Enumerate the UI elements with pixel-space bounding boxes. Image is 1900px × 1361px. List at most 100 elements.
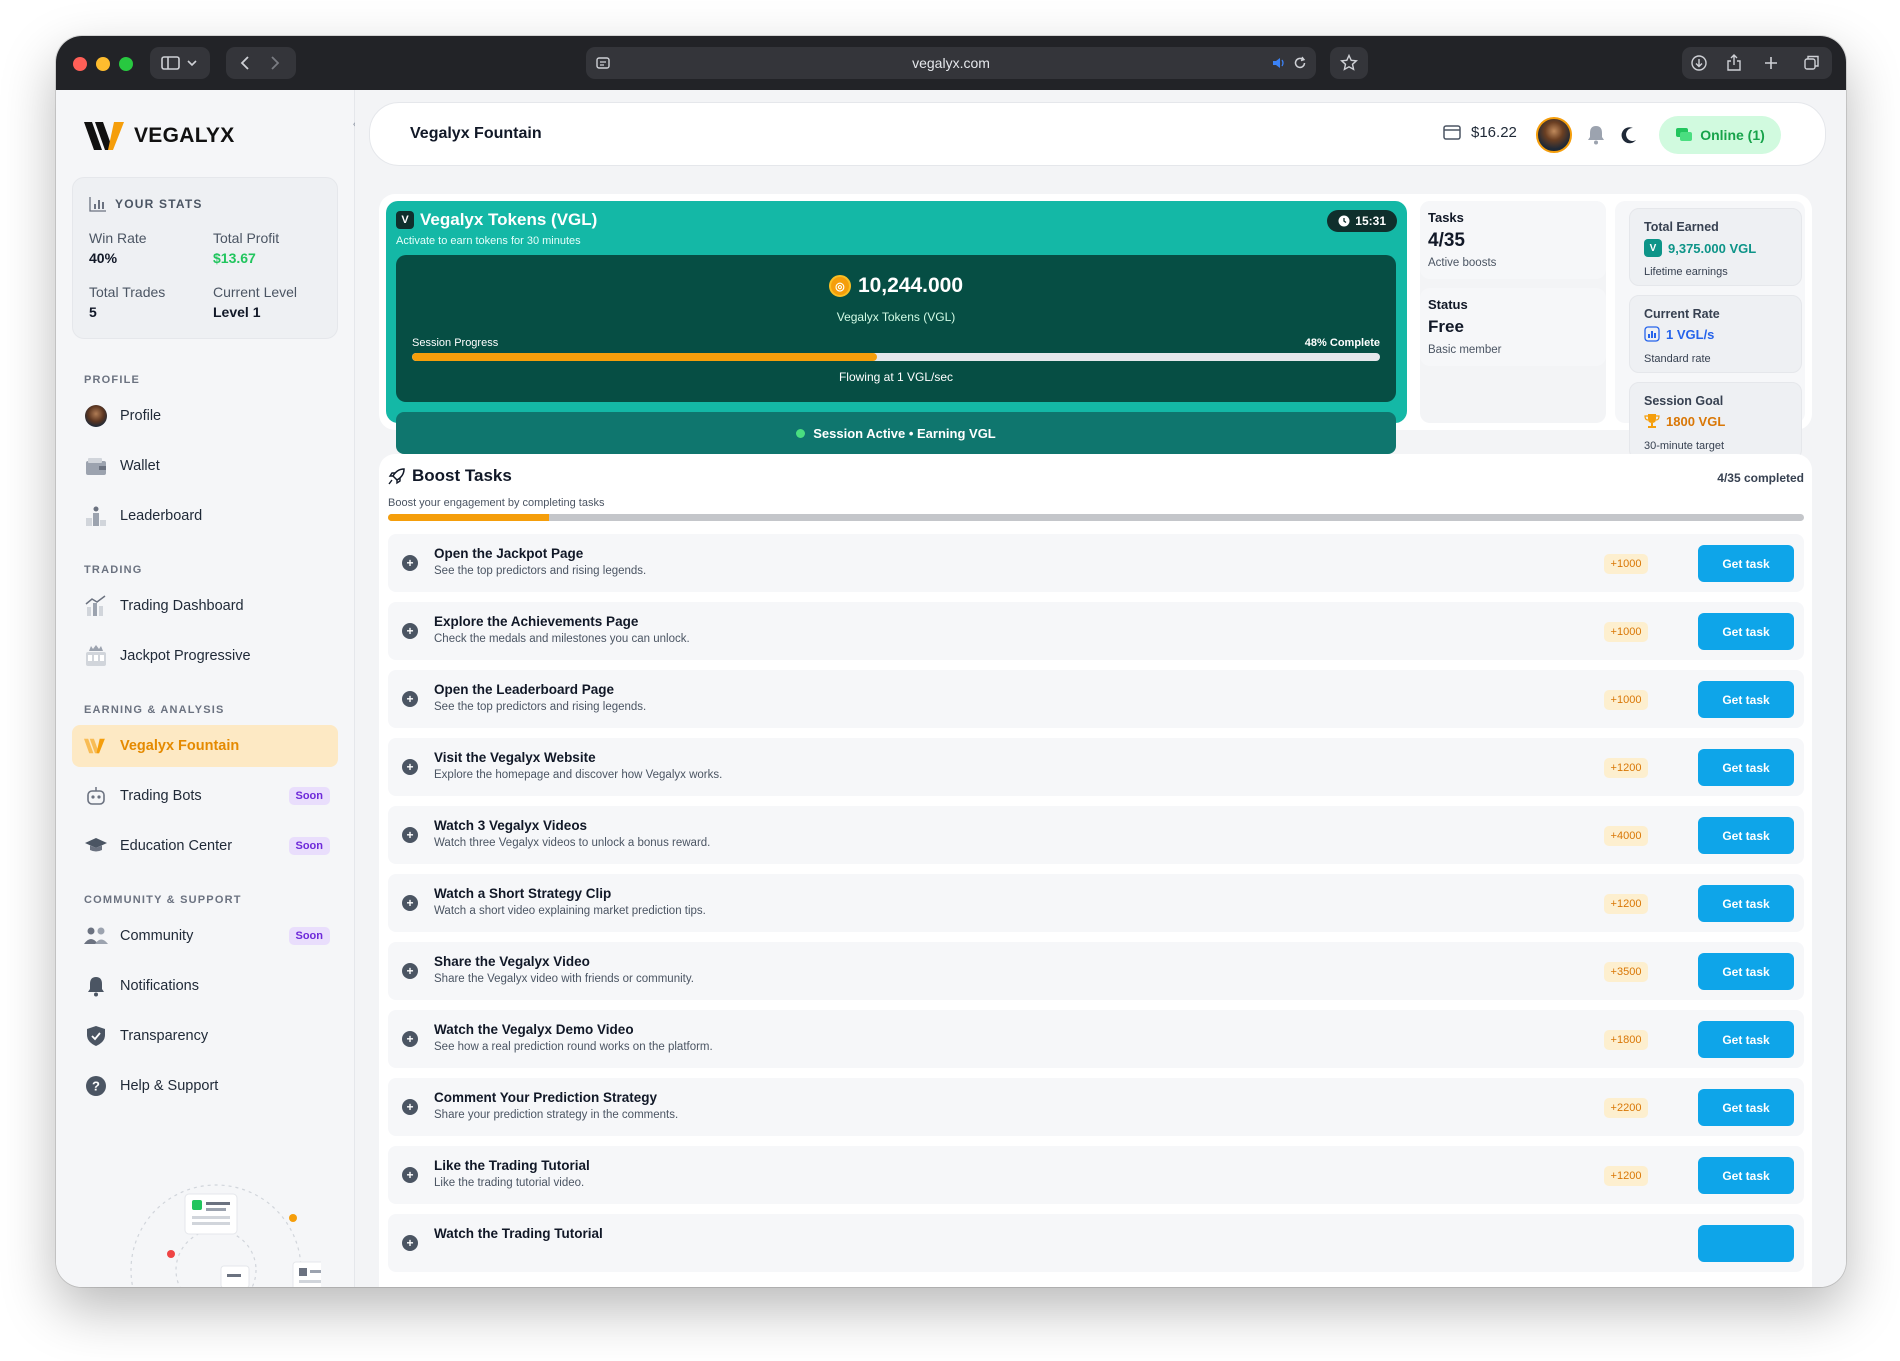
vegalyx-icon: [84, 734, 108, 758]
vegalyx-logo-icon: [84, 122, 124, 150]
sidebar-item-trading-bots[interactable]: Trading Bots Soon: [72, 775, 338, 817]
get-task-button[interactable]: Get task: [1698, 749, 1794, 786]
profile-avatar-icon: [84, 404, 108, 428]
vgl-token-card: V Vegalyx Tokens (VGL) Activate to earn …: [386, 201, 1407, 454]
page-settings-icon[interactable]: [596, 56, 610, 70]
task-title: Share the Vegalyx Video: [434, 954, 590, 969]
task-row: + Visit the Vegalyx Website Explore the ho…: [388, 738, 1804, 796]
task-title: Explore the Achievements Page: [434, 614, 639, 629]
task-description: Share your prediction strategy in the co…: [434, 1109, 679, 1121]
sidebar-item-leaderboard[interactable]: Leaderboard: [72, 495, 338, 537]
people-icon: [84, 924, 108, 948]
plus-circle-icon: +: [402, 759, 418, 775]
bell-icon: [84, 974, 108, 998]
session-active-button[interactable]: Session Active • Earning VGL: [396, 412, 1396, 454]
get-task-button[interactable]: Get task: [1698, 817, 1794, 854]
your-stats-card: YOUR STATS Win Rate 40% Total Profit $13…: [72, 177, 338, 339]
vgl-badge-icon: V: [396, 211, 414, 229]
url-text: vegalyx.com: [912, 55, 990, 71]
online-status-button[interactable]: Online (1): [1659, 116, 1781, 154]
get-task-button[interactable]: Get task: [1698, 1021, 1794, 1058]
active-dot-icon: [796, 428, 806, 438]
task-description: Watch three Vegalyx videos to unlock a b…: [434, 837, 711, 849]
total-trades-label: Total Trades: [89, 284, 166, 300]
token-card-title: Vegalyx Tokens (VGL): [420, 210, 598, 229]
bell-icon[interactable]: [1587, 125, 1605, 145]
token-card-subtitle: Activate to earn tokens for 30 minutes: [396, 235, 581, 247]
session-goal-sub: 30-minute target: [1644, 440, 1725, 452]
task-title: Open the Leaderboard Page: [434, 682, 615, 697]
plus-circle-icon: +: [402, 623, 418, 639]
close-window-button[interactable]: [73, 57, 87, 71]
tasks-value: 4/35: [1428, 230, 1465, 251]
sidebar-item-vegalyx-fountain[interactable]: Vegalyx Fountain: [72, 725, 338, 767]
help-icon: ?: [84, 1074, 108, 1098]
get-task-button[interactable]: Get task: [1698, 1157, 1794, 1194]
sidebar-item-transparency[interactable]: Transparency: [72, 1015, 338, 1057]
get-task-button[interactable]: Get task: [1698, 613, 1794, 650]
bar-chart-icon: [89, 197, 106, 212]
get-task-button[interactable]: [1698, 1225, 1794, 1262]
sidebar-item-profile[interactable]: Profile: [72, 395, 338, 437]
flow-rate-text: Flowing at 1 VGL/sec: [838, 370, 954, 384]
get-task-button[interactable]: Get task: [1698, 885, 1794, 922]
task-row: + Like the Trading Tutorial Like the tradi…: [388, 1146, 1804, 1204]
main-content: Vegalyx Fountain $16.22 Online (1) V Veg…: [355, 90, 1846, 1287]
sidebar-item-education-center[interactable]: Education Center Soon: [72, 825, 338, 867]
podium-icon: [84, 504, 108, 528]
wallet-balance[interactable]: $16.22: [1443, 123, 1517, 141]
task-points-badge: +1000: [1604, 554, 1648, 574]
moon-icon[interactable]: [1620, 126, 1638, 144]
minimize-window-button[interactable]: [96, 57, 110, 71]
speaker-icon[interactable]: [1272, 56, 1286, 70]
get-task-button[interactable]: Get task: [1698, 681, 1794, 718]
new-tab-icon: [1765, 57, 1777, 69]
status-sub: Basic member: [1428, 344, 1502, 356]
top-header: Vegalyx Fountain $16.22 Online (1): [369, 102, 1826, 166]
zoom-window-button[interactable]: [119, 57, 133, 71]
get-task-button[interactable]: Get task: [1698, 545, 1794, 582]
browser-toolbar: vegalyx.com: [56, 36, 1846, 90]
wallet-icon: [1443, 125, 1461, 140]
vegalyx-logo[interactable]: VEGALYX: [84, 120, 235, 152]
total-earned-value: 9,375.000 VGL: [1668, 240, 1757, 256]
coin-icon: ◎: [828, 275, 851, 297]
bookmark-button[interactable]: [1330, 47, 1368, 79]
section-earning: EARNING & ANALYSIS: [84, 704, 225, 716]
task-title: Open the Jackpot Page: [434, 546, 584, 561]
task-row: + Explore the Achievements Page Check the …: [388, 602, 1804, 660]
user-avatar[interactable]: [1536, 117, 1572, 153]
section-community: COMMUNITY & SUPPORT: [84, 894, 242, 906]
sidebar: VEGALYX YOUR STATS Win Rate 40% Total Pr…: [56, 90, 355, 1287]
current-rate-card: Current Rate 1 VGL/s Standard rate: [1629, 295, 1802, 373]
sidebar-toggle-button[interactable]: [150, 47, 210, 79]
sidebar-item-community[interactable]: Community Soon: [72, 915, 338, 957]
address-bar[interactable]: vegalyx.com: [586, 47, 1316, 79]
tasks-label: Tasks: [1428, 210, 1464, 225]
boost-tasks-title: Boost Tasks: [412, 466, 512, 485]
summary-column: Tasks 4/35 Active boosts Status Free Bas…: [1420, 201, 1606, 423]
sidebar-item-trading-dashboard[interactable]: Trading Dashboard: [72, 585, 338, 627]
task-row: + Watch a Short Strategy Clip Watch a shor…: [388, 874, 1804, 932]
sidebar-item-jackpot[interactable]: Jackpot Progressive: [72, 635, 338, 677]
task-points-badge: +2200: [1604, 1098, 1648, 1118]
task-title: Like the Trading Tutorial: [434, 1158, 590, 1173]
get-task-button[interactable]: Get task: [1698, 1089, 1794, 1126]
win-rate-label: Win Rate: [89, 230, 147, 246]
sidebar-item-notifications[interactable]: Notifications: [72, 965, 338, 1007]
task-title: Watch 3 Vegalyx Videos: [434, 818, 588, 833]
reload-icon[interactable]: [1293, 56, 1307, 70]
clock-icon: [1338, 215, 1350, 227]
total-trades-value: 5: [89, 304, 97, 320]
get-task-button[interactable]: Get task: [1698, 953, 1794, 990]
sidebar-item-help-support[interactable]: ? Help & Support: [72, 1065, 338, 1107]
session-goal-card: Session Goal 1800 VGL 30-minute target: [1629, 382, 1802, 460]
svg-text:?: ?: [92, 1079, 100, 1094]
graduation-cap-icon: [84, 834, 108, 858]
session-goal-value: 1800 VGL: [1666, 413, 1726, 429]
plus-circle-icon: +: [402, 1235, 418, 1251]
task-description: See how a real prediction round works on…: [434, 1041, 713, 1053]
sidebar-item-wallet[interactable]: Wallet: [72, 445, 338, 487]
task-description: Share the Vegalyx video with friends or …: [434, 973, 694, 985]
win-rate-value: 40%: [89, 250, 118, 266]
